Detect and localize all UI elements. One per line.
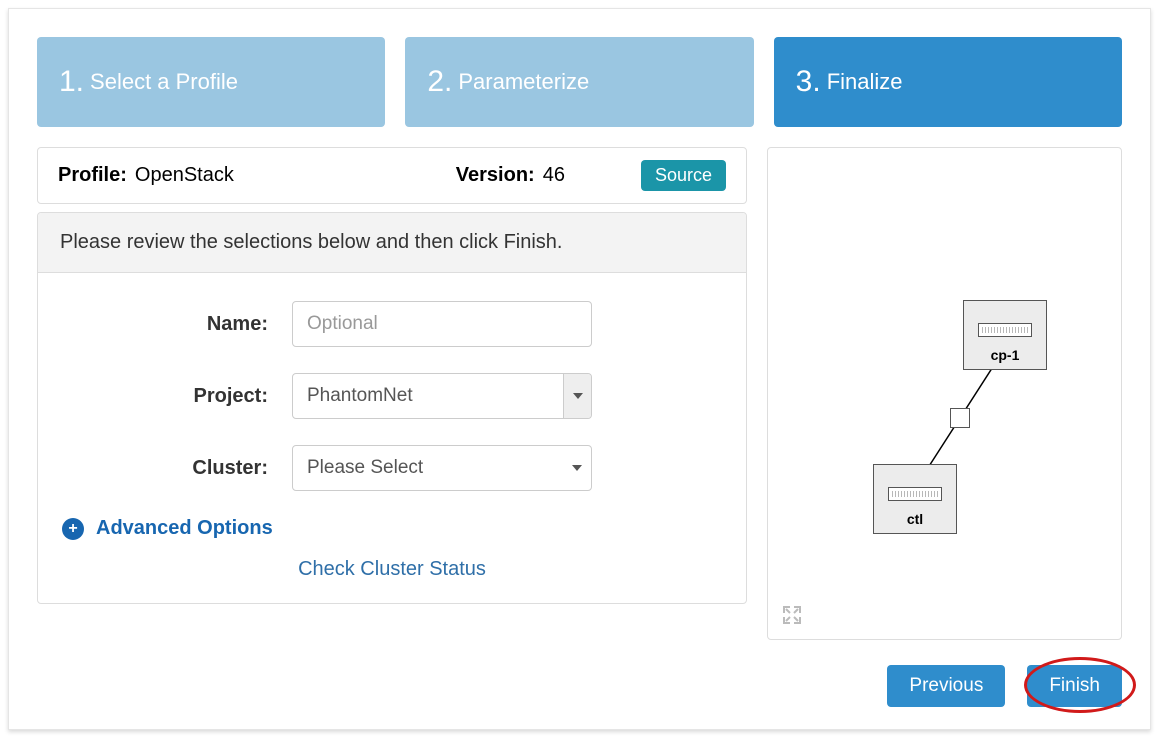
step-header: 1. Select a Profile 2. Parameterize 3. F…: [37, 37, 1122, 127]
step-1[interactable]: 1. Select a Profile: [37, 37, 385, 127]
panel-instruction: Please review the selections below and t…: [38, 213, 746, 273]
server-icon: [978, 323, 1032, 337]
profile-value: OpenStack: [135, 164, 234, 187]
topology-panel: cp-1 ctl: [767, 147, 1122, 640]
expand-icon[interactable]: [782, 605, 802, 625]
wizard-page: 1. Select a Profile 2. Parameterize 3. F…: [8, 8, 1151, 730]
topology-links: [768, 148, 1121, 639]
project-label: Project:: [62, 385, 292, 408]
advanced-options-toggle[interactable]: + Advanced Options: [62, 517, 722, 540]
topology-junction[interactable]: [950, 408, 970, 428]
node-label: ctl: [907, 511, 923, 527]
finalize-panel: Please review the selections below and t…: [37, 212, 747, 604]
step-number: 3.: [796, 65, 821, 99]
plus-circle-icon: +: [62, 518, 84, 540]
wizard-footer: Previous Finish: [887, 665, 1122, 707]
server-icon: [888, 487, 942, 501]
cluster-value: Please Select: [293, 457, 563, 479]
name-input[interactable]: [292, 301, 592, 347]
check-cluster-status-link[interactable]: Check Cluster Status: [62, 558, 722, 581]
advanced-options-label: Advanced Options: [96, 517, 273, 540]
chevron-down-icon: [563, 446, 591, 490]
cluster-select[interactable]: Please Select: [292, 445, 592, 491]
node-label: cp-1: [991, 347, 1020, 363]
version-value: 46: [543, 164, 565, 187]
project-value: PhantomNet: [293, 385, 563, 407]
profile-bar: Profile: OpenStack Version: 46 Source: [37, 147, 747, 204]
topology-node-ctl[interactable]: ctl: [873, 464, 957, 534]
step-3[interactable]: 3. Finalize: [774, 37, 1122, 127]
finish-button[interactable]: Finish: [1027, 665, 1122, 707]
source-button[interactable]: Source: [641, 160, 726, 191]
name-label: Name:: [62, 313, 292, 336]
step-label: Select a Profile: [90, 69, 238, 95]
step-label: Parameterize: [458, 69, 589, 95]
profile-label: Profile:: [58, 164, 127, 187]
topology-node-cp-1[interactable]: cp-1: [963, 300, 1047, 370]
step-2[interactable]: 2. Parameterize: [405, 37, 753, 127]
cluster-label: Cluster:: [62, 457, 292, 480]
version-label: Version:: [456, 164, 535, 187]
step-number: 2.: [427, 65, 452, 99]
project-select[interactable]: PhantomNet: [292, 373, 592, 419]
previous-button[interactable]: Previous: [887, 665, 1005, 707]
step-number: 1.: [59, 65, 84, 99]
step-label: Finalize: [827, 69, 903, 95]
chevron-down-icon: [563, 374, 591, 418]
